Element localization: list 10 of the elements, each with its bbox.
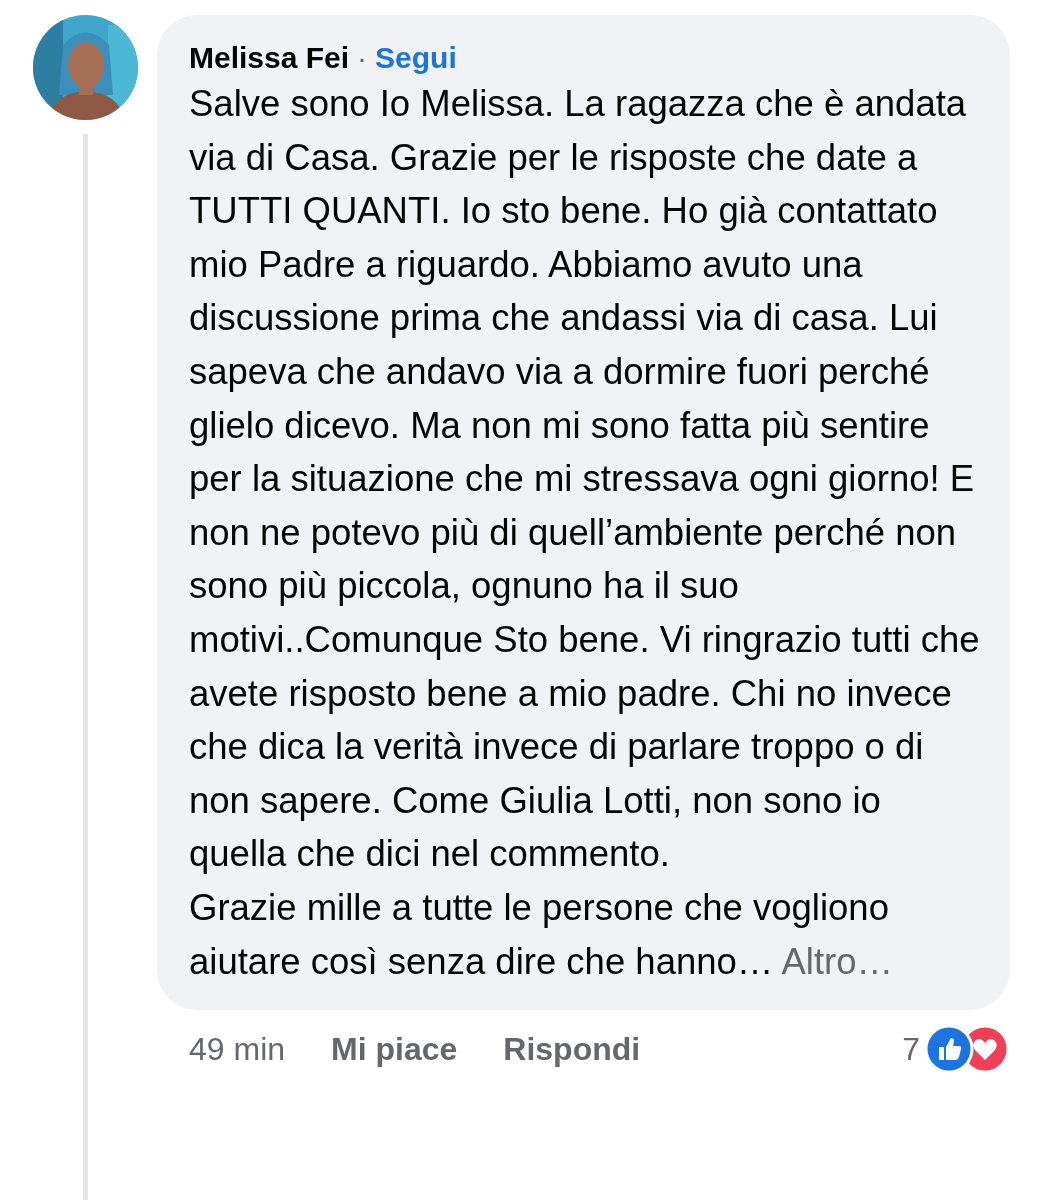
comment-text: Grazie mille a tutte le persone che vogliono aiutare così senza dire che hanno… Altro… [189,885,895,984]
reaction-count: 7 [902,1030,920,1068]
timestamp: 49 min [189,1030,286,1068]
like-button[interactable]: Mi piace [331,1030,458,1068]
see-more-link[interactable]: Altro… [781,940,894,982]
comment-text: Salve sono Io Melissa. La ragazza che è andata via di Casa. Grazie per le risposte che date a TUTTI QUANTI. Io sto bene. Ho già contattato mio Padre a riguardo. Abbiamo avuto una discussione prima che andassi via di casa. Lui sapeva che andavo via a dormire fuori perché glielo dicevo. Ma non mi sono fatta più sentire per la situazione che mi stressava ogni giorno! E non ne potevo più di quell’ambiente perché non sono più piccola, ognuno ha il suo motivi..Comunque Sto bene. Vi ringrazio tutti che avete risposto bene a mio padre. Chi no invece che dica la verità invece di parlare troppo o di non sapere. Come Giulia Lotti, non sono io quella che dici nel commento. [189,82,980,877]
follow-link[interactable]: Segui [375,39,457,77]
author-name: Melissa Fei [189,40,350,76]
separator: · [357,40,368,76]
reply-button[interactable]: Rispondi [503,1030,641,1068]
